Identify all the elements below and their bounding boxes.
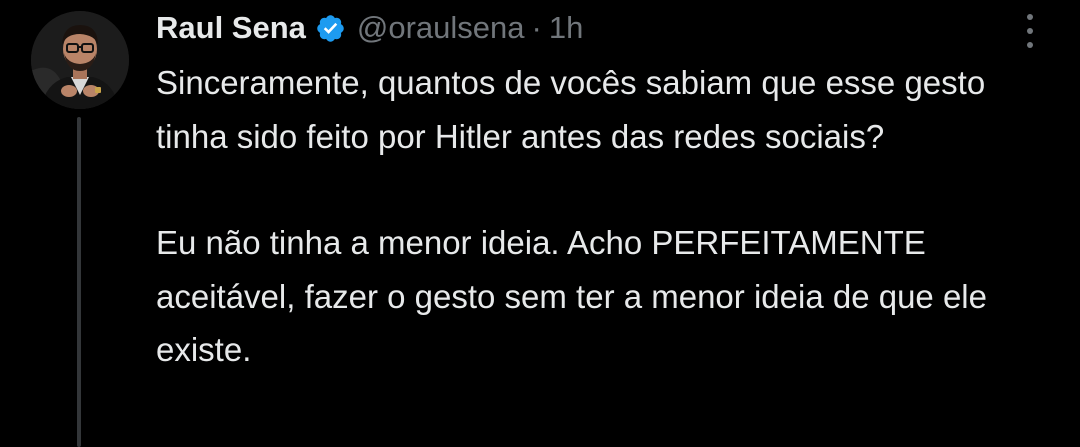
display-name[interactable]: Raul Sena <box>156 10 306 46</box>
tweet-paragraph-2: Eu não tinha a menor ideia. Acho PERFEIT… <box>156 224 987 368</box>
verified-badge-icon[interactable] <box>315 13 346 44</box>
tweet[interactable]: Raul Sena @oraulsena · 1h Sinceramente, … <box>0 0 1080 447</box>
more-options-icon[interactable] <box>1018 14 1042 48</box>
tweet-header: Raul Sena @oraulsena · 1h <box>156 6 583 50</box>
timestamp[interactable]: 1h <box>549 10 583 46</box>
tweet-body: Sinceramente, quantos de vocês sabiam qu… <box>156 56 1056 377</box>
thread-line <box>77 117 81 447</box>
tweet-paragraph-1: Sinceramente, quantos de vocês sabiam qu… <box>156 64 986 155</box>
user-handle[interactable]: @oraulsena <box>357 10 525 46</box>
avatar[interactable] <box>31 11 129 109</box>
separator-dot: · <box>531 10 542 45</box>
profile-photo <box>31 11 129 109</box>
